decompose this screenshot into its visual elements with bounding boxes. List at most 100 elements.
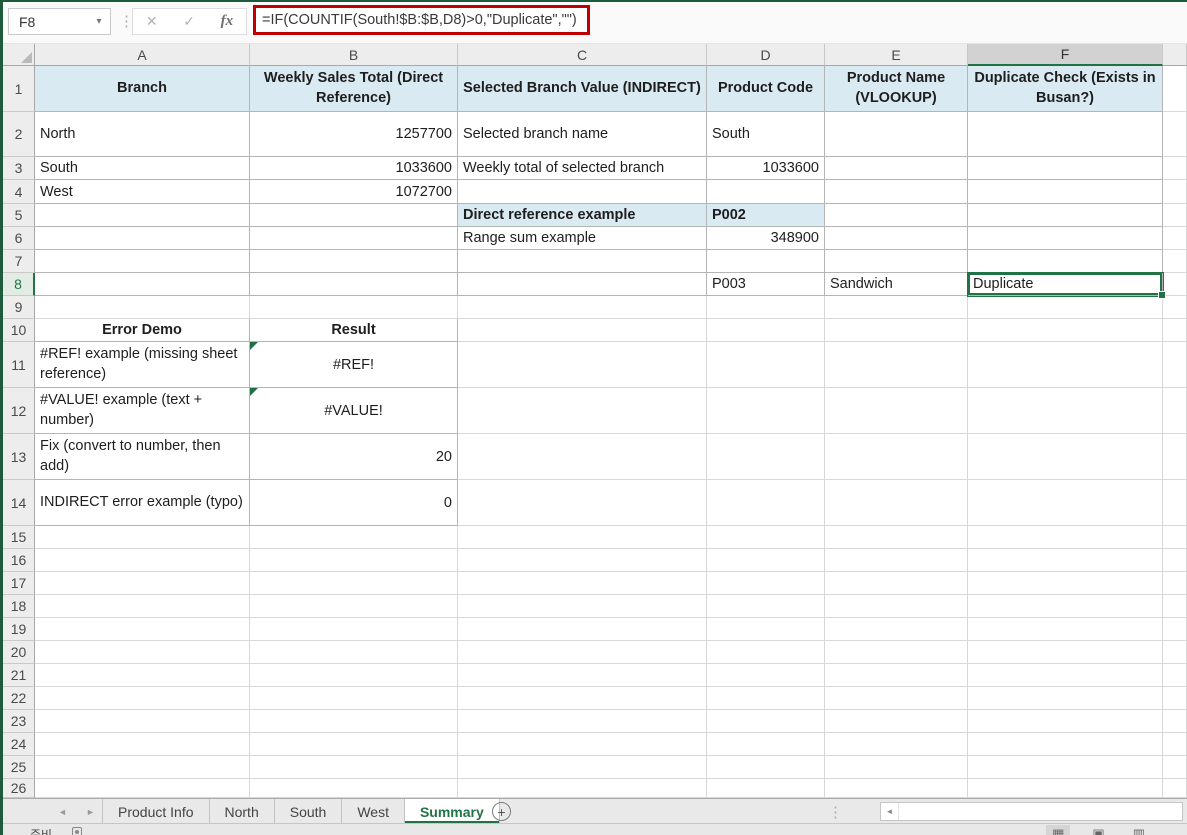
cell-G10[interactable]: [1163, 319, 1187, 342]
cell-D13[interactable]: [707, 434, 825, 480]
cell-C12[interactable]: [458, 388, 707, 434]
cell-C18[interactable]: [458, 595, 707, 618]
cell-E15[interactable]: [825, 526, 968, 549]
cell-C26[interactable]: [458, 779, 707, 798]
cell-B9[interactable]: [250, 296, 458, 319]
row-header-9[interactable]: 9: [3, 296, 35, 319]
cell-G1[interactable]: [1163, 66, 1187, 112]
cell-C19[interactable]: [458, 618, 707, 641]
cell-E12[interactable]: [825, 388, 968, 434]
cell-C2[interactable]: Selected branch name: [458, 112, 707, 157]
cell-A16[interactable]: [35, 549, 250, 572]
row-header-19[interactable]: 19: [3, 618, 35, 641]
cell-D6[interactable]: 348900: [707, 227, 825, 250]
cell-B20[interactable]: [250, 641, 458, 664]
cell-E4[interactable]: [825, 180, 968, 204]
cell-F20[interactable]: [968, 641, 1163, 664]
cell-D18[interactable]: [707, 595, 825, 618]
cell-A10[interactable]: Error Demo: [35, 319, 250, 342]
cell-E24[interactable]: [825, 733, 968, 756]
cell-C13[interactable]: [458, 434, 707, 480]
cell-D20[interactable]: [707, 641, 825, 664]
cell-G20[interactable]: [1163, 641, 1187, 664]
cell-G3[interactable]: [1163, 157, 1187, 180]
cell-E7[interactable]: [825, 250, 968, 273]
cell-C20[interactable]: [458, 641, 707, 664]
column-header-partial[interactable]: [1163, 44, 1187, 66]
cell-F21[interactable]: [968, 664, 1163, 687]
row-header-21[interactable]: 21: [3, 664, 35, 687]
cell-E3[interactable]: [825, 157, 968, 180]
cell-D1[interactable]: Product Code: [707, 66, 825, 112]
cell-A5[interactable]: [35, 204, 250, 227]
cell-C17[interactable]: [458, 572, 707, 595]
tab-west[interactable]: West: [342, 799, 405, 824]
row-header-13[interactable]: 13: [3, 434, 35, 480]
cell-D3[interactable]: 1033600: [707, 157, 825, 180]
cell-B7[interactable]: [250, 250, 458, 273]
cell-G26[interactable]: [1163, 779, 1187, 798]
row-header-2[interactable]: 2: [3, 112, 35, 157]
cell-G21[interactable]: [1163, 664, 1187, 687]
cell-B8[interactable]: [250, 273, 458, 296]
row-header-10[interactable]: 10: [3, 319, 35, 342]
cell-E1[interactable]: Product Name (VLOOKUP): [825, 66, 968, 112]
cell-G11[interactable]: [1163, 342, 1187, 388]
cell-E9[interactable]: [825, 296, 968, 319]
cell-C15[interactable]: [458, 526, 707, 549]
row-header-24[interactable]: 24: [3, 733, 35, 756]
add-sheet-button[interactable]: +: [492, 802, 511, 821]
page-break-view-icon[interactable]: ▥: [1127, 825, 1151, 835]
cell-B19[interactable]: [250, 618, 458, 641]
cell-B17[interactable]: [250, 572, 458, 595]
cell-E22[interactable]: [825, 687, 968, 710]
cell-A19[interactable]: [35, 618, 250, 641]
selected-cell-F8[interactable]: Duplicate: [968, 273, 1163, 296]
row-header-12[interactable]: 12: [3, 388, 35, 434]
cell-F11[interactable]: [968, 342, 1163, 388]
row-header-20[interactable]: 20: [3, 641, 35, 664]
cell-C16[interactable]: [458, 549, 707, 572]
cell-A26[interactable]: [35, 779, 250, 798]
cell-A22[interactable]: [35, 687, 250, 710]
cell-G4[interactable]: [1163, 180, 1187, 204]
cell-A1[interactable]: Branch: [35, 66, 250, 112]
cell-F7[interactable]: [968, 250, 1163, 273]
cell-F19[interactable]: [968, 618, 1163, 641]
cell-A2[interactable]: North: [35, 112, 250, 157]
cell-G24[interactable]: [1163, 733, 1187, 756]
cell-F3[interactable]: [968, 157, 1163, 180]
cell-F26[interactable]: [968, 779, 1163, 798]
cell-B2[interactable]: 1257700: [250, 112, 458, 157]
cell-B3[interactable]: 1033600: [250, 157, 458, 180]
row-header-17[interactable]: 17: [3, 572, 35, 595]
cell-A23[interactable]: [35, 710, 250, 733]
cell-F24[interactable]: [968, 733, 1163, 756]
cell-D4[interactable]: [707, 180, 825, 204]
cell-G6[interactable]: [1163, 227, 1187, 250]
tab-product-info[interactable]: Product Info: [102, 799, 210, 824]
macro-record-icon[interactable]: [72, 827, 82, 835]
cell-D26[interactable]: [707, 779, 825, 798]
cell-D25[interactable]: [707, 756, 825, 779]
cell-G16[interactable]: [1163, 549, 1187, 572]
cell-B23[interactable]: [250, 710, 458, 733]
scroll-left-icon[interactable]: ◄: [881, 803, 899, 820]
cell-C5[interactable]: Direct reference example: [458, 204, 707, 227]
cell-F12[interactable]: [968, 388, 1163, 434]
column-header-D[interactable]: D: [707, 44, 825, 66]
cell-D2[interactable]: South: [707, 112, 825, 157]
cell-E26[interactable]: [825, 779, 968, 798]
column-header-B[interactable]: B: [250, 44, 458, 66]
cell-E13[interactable]: [825, 434, 968, 480]
cell-F16[interactable]: [968, 549, 1163, 572]
cell-C24[interactable]: [458, 733, 707, 756]
cell-E23[interactable]: [825, 710, 968, 733]
cell-G22[interactable]: [1163, 687, 1187, 710]
cell-C8[interactable]: [458, 273, 707, 296]
name-box[interactable]: F8 ▾: [8, 8, 111, 35]
cell-B16[interactable]: [250, 549, 458, 572]
row-header-4[interactable]: 4: [3, 180, 35, 204]
name-box-dropdown-icon[interactable]: ▾: [88, 16, 110, 27]
row-header-7[interactable]: 7: [3, 250, 35, 273]
